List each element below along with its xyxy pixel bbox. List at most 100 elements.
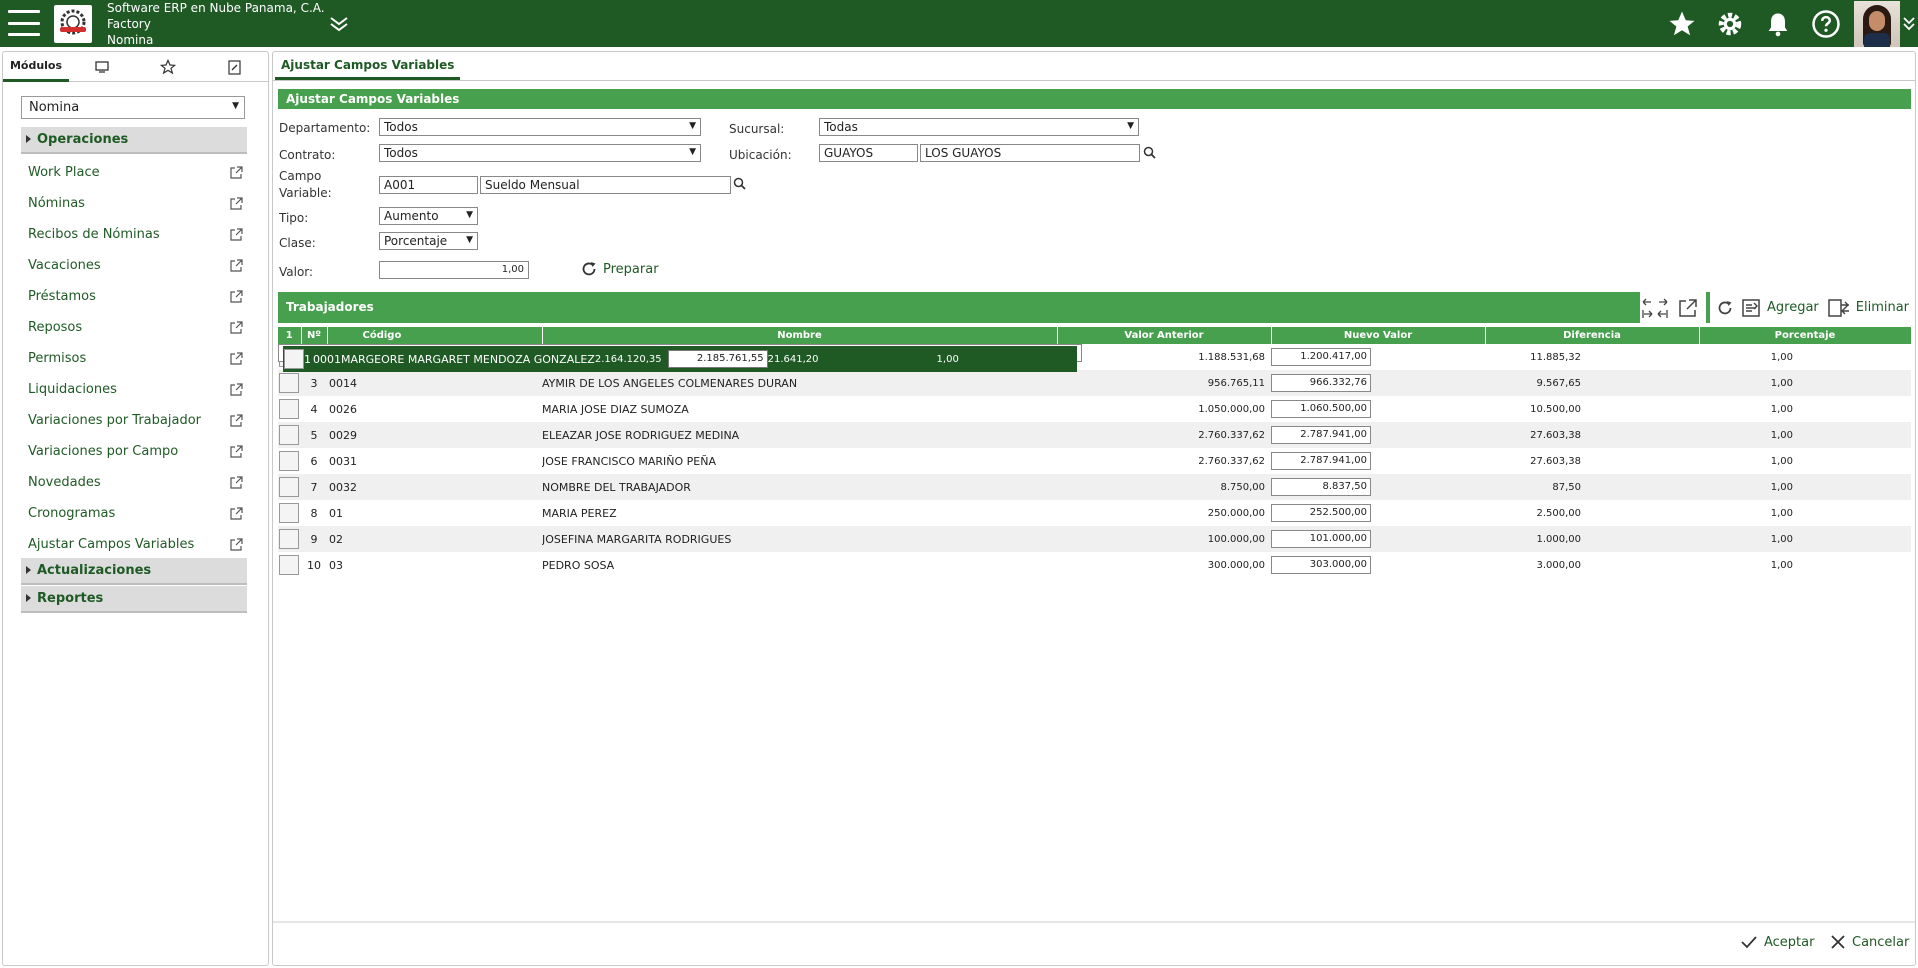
row-nuevo-valor[interactable]: 303.000,00	[1271, 552, 1485, 578]
settings-gear-icon[interactable]	[1706, 0, 1754, 47]
nuevo-valor-input[interactable]: 303.000,00	[1271, 556, 1371, 574]
refresh-grid-button[interactable]	[1713, 292, 1737, 323]
nuevo-valor-input[interactable]: 966.332,76	[1271, 374, 1371, 392]
row-nuevo-valor[interactable]: 1.200.417,00	[1271, 344, 1485, 370]
menu-icon[interactable]	[8, 10, 40, 36]
notifications-bell-icon[interactable]	[1754, 0, 1802, 47]
row-select-checkbox[interactable]	[278, 500, 301, 526]
col-valor-anterior[interactable]: Valor Anterior	[1057, 327, 1272, 344]
nuevo-valor-input[interactable]: 101.000,00	[1271, 530, 1371, 548]
col-nombre[interactable]: Nombre	[542, 327, 1058, 344]
menu-item-permisos[interactable]: Permisos	[28, 343, 243, 374]
campo-name-input[interactable]: Sueldo Mensual	[480, 176, 731, 194]
departamento-select[interactable]: Todos ▼	[379, 118, 701, 136]
agregar-button[interactable]: Agregar	[1741, 292, 1819, 323]
row-number: 1	[304, 346, 311, 372]
nuevo-valor-input[interactable]: 2.787.941,00	[1271, 452, 1371, 470]
tab-monitor[interactable]	[69, 52, 135, 82]
row-diferencia: 11.885,32	[1485, 344, 1699, 370]
valor-input[interactable]: 1,00	[379, 261, 529, 279]
section-operaciones[interactable]: Operaciones	[21, 127, 247, 154]
row-nuevo-valor[interactable]: 2.787.941,00	[1271, 448, 1485, 474]
row-diferencia: 1.000,00	[1485, 526, 1699, 552]
tab-favorites[interactable]	[135, 52, 201, 82]
nuevo-valor-input[interactable]: 2.787.941,00	[1271, 426, 1371, 444]
table-row[interactable]: 7 0032 NOMBRE DEL TRABAJADOR 8.750,00 8.837,…	[278, 474, 1911, 500]
row-nuevo-valor[interactable]: 966.332,76	[1271, 370, 1485, 396]
menu-item-reposos[interactable]: Reposos	[28, 312, 243, 343]
nuevo-valor-input[interactable]: 1.060.500,00	[1271, 400, 1371, 418]
table-row[interactable]: 1 0001 MARGEORE MARGARET MENDOZA GONZALEZ 2…	[278, 344, 1082, 372]
row-nuevo-valor[interactable]: 2.787.941,00	[1271, 422, 1485, 448]
nuevo-valor-input[interactable]: 2.185.761,55	[667, 350, 768, 368]
menu-item-liquidaciones[interactable]: Liquidaciones	[28, 374, 243, 405]
eliminar-button[interactable]: Eliminar	[1827, 292, 1909, 323]
table-row[interactable]: 9 02 JOSEFINA MARGARITA RODRIGUES 100.000,0…	[278, 526, 1911, 552]
row-nuevo-valor[interactable]: 101.000,00	[1271, 526, 1485, 552]
ubicacion-name-input[interactable]: LOS GUAYOS	[920, 144, 1140, 162]
menu-item-cronogramas[interactable]: Cronogramas	[28, 498, 243, 529]
col-no[interactable]: Nº	[301, 327, 328, 344]
module-select[interactable]: Nomina ▼	[21, 96, 245, 119]
tipo-select[interactable]: Aumento ▼	[379, 207, 478, 225]
tab-modulos[interactable]: Módulos	[3, 52, 69, 82]
row-select-checkbox[interactable]	[278, 474, 301, 500]
export-button[interactable]	[1674, 292, 1702, 323]
nuevo-valor-input[interactable]: 8.837,50	[1271, 478, 1371, 496]
clase-select[interactable]: Porcentaje ▼	[379, 232, 478, 250]
col-select[interactable]: 1	[278, 327, 302, 344]
menu-item-novedades[interactable]: Novedades	[28, 467, 243, 498]
row-select-checkbox[interactable]	[278, 448, 301, 474]
menu-item-variaciones-trabajador[interactable]: Variaciones por Trabajador	[28, 405, 243, 436]
menu-item-variaciones-campo[interactable]: Variaciones por Campo	[28, 436, 243, 467]
ubicacion-code-input[interactable]: GUAYOS	[819, 144, 918, 162]
row-select-checkbox[interactable]	[278, 422, 301, 448]
row-select-checkbox[interactable]	[278, 370, 301, 396]
user-menu-chevron-icon[interactable]	[1900, 0, 1918, 47]
col-codigo[interactable]: Código	[327, 327, 543, 344]
menu-item-ajustar-campos[interactable]: Ajustar Campos Variables	[28, 529, 243, 560]
row-select-checkbox[interactable]	[278, 396, 301, 422]
menu-item-work-place[interactable]: Work Place	[28, 157, 243, 188]
aceptar-button[interactable]: Aceptar	[1740, 934, 1814, 950]
menu-item-vacaciones[interactable]: Vacaciones	[28, 250, 243, 281]
tab-edit[interactable]	[201, 52, 267, 82]
double-chevron-down-icon[interactable]	[328, 13, 350, 35]
col-diferencia[interactable]: Diferencia	[1485, 327, 1700, 344]
row-select-checkbox[interactable]	[278, 526, 301, 552]
row-nuevo-valor[interactable]: 1.060.500,00	[1271, 396, 1485, 422]
col-porcentaje[interactable]: Porcentaje	[1699, 327, 1912, 344]
sucursal-select[interactable]: Todas ▼	[819, 118, 1139, 136]
help-icon[interactable]	[1802, 0, 1850, 47]
menu-item-recibos[interactable]: Recibos de Nóminas	[28, 219, 243, 250]
table-row[interactable]: 10 03 PEDRO SOSA 300.000,00 303.000,00 3.000,…	[278, 552, 1911, 578]
row-nuevo-valor[interactable]: 2.185.761,55	[667, 346, 768, 372]
table-row[interactable]: 4 0026 MARIA JOSE DIAZ SUMOZA 1.050.000,00 1…	[278, 396, 1911, 422]
campo-code-input[interactable]: A001	[379, 176, 478, 194]
menu-item-prestamos[interactable]: Préstamos	[28, 281, 243, 312]
table-row[interactable]: 3 0014 AYMIR DE LOS ANGELES COLMENARES DUR…	[278, 370, 1911, 396]
nuevo-valor-input[interactable]: 252.500,00	[1271, 504, 1371, 522]
contrato-select[interactable]: Todos ▼	[379, 144, 701, 162]
valor-label: Valor:	[279, 265, 314, 279]
nuevo-valor-input[interactable]: 1.200.417,00	[1271, 348, 1371, 366]
col-nuevo-valor[interactable]: Nuevo Valor	[1271, 327, 1486, 344]
menu-item-nominas[interactable]: Nóminas	[28, 188, 243, 219]
campo-search-icon[interactable]	[732, 176, 748, 192]
favorites-star-icon[interactable]	[1658, 0, 1706, 47]
user-avatar[interactable]	[1854, 0, 1900, 47]
row-nuevo-valor[interactable]: 252.500,00	[1271, 500, 1485, 526]
table-row[interactable]: 8 01 MARIA PEREZ 250.000,00 252.500,00 2.500,…	[278, 500, 1911, 526]
row-select-checkbox[interactable]	[283, 346, 304, 372]
row-nuevo-valor[interactable]: 8.837,50	[1271, 474, 1485, 500]
section-reportes[interactable]: Reportes	[21, 586, 247, 613]
cancelar-button[interactable]: Cancelar	[1830, 934, 1909, 950]
section-actualizaciones[interactable]: Actualizaciones	[21, 558, 247, 585]
tab-ajustar-campos-variables[interactable]: Ajustar Campos Variables	[275, 52, 461, 80]
expand-columns-button[interactable]	[1640, 292, 1674, 323]
ubicacion-search-icon[interactable]	[1142, 145, 1158, 161]
table-row[interactable]: 5 0029 ELEAZAR JOSE RODRIGUEZ MEDINA 2.760.…	[278, 422, 1911, 448]
preparar-button[interactable]: Preparar	[580, 260, 659, 278]
table-row[interactable]: 6 0031 JOSE FRANCISCO MARIÑO PEÑA 2.760.337…	[278, 448, 1911, 474]
row-select-checkbox[interactable]	[278, 552, 301, 578]
